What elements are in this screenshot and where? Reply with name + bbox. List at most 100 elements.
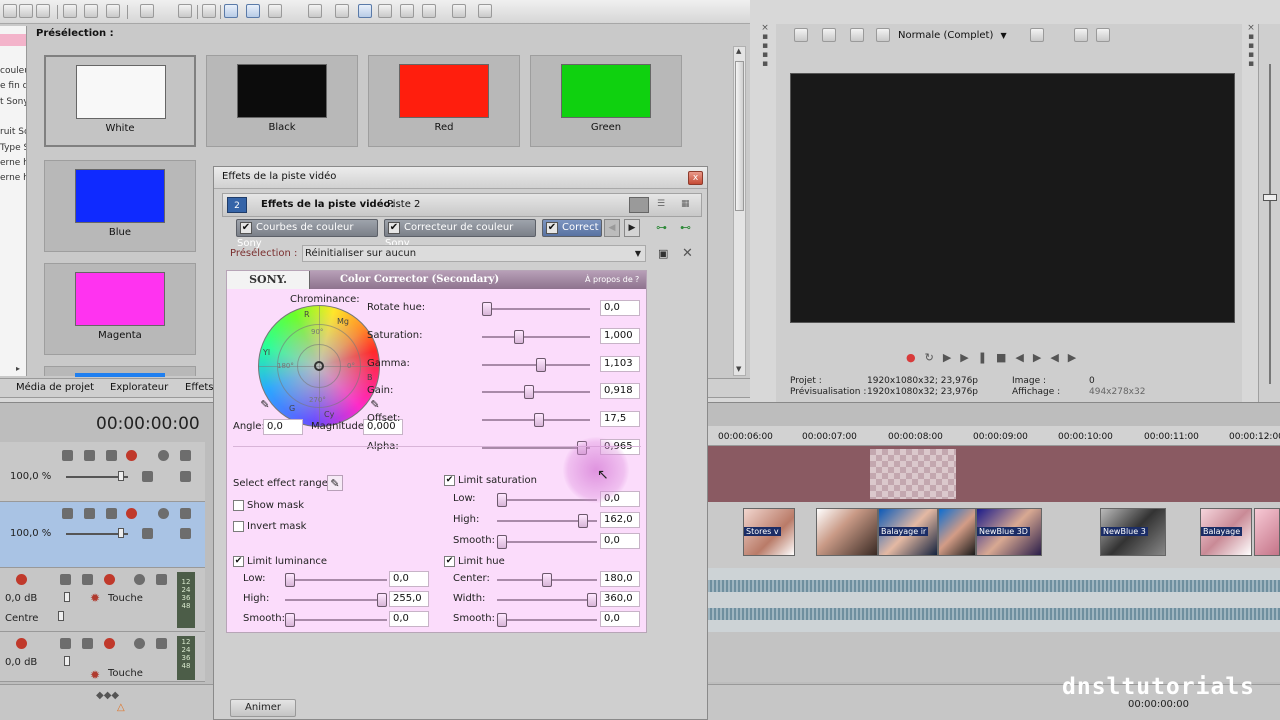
chrominance-wheel[interactable]: R Mg B Cy G Yl 90° 180° 0° 270° (258, 305, 380, 427)
param-4-slider-thumb[interactable] (533, 413, 544, 427)
about-link[interactable]: À propos de (585, 275, 633, 284)
show-mask-checkbox[interactable] (233, 500, 244, 511)
mute-icon[interactable] (134, 574, 145, 585)
track-fx-icon[interactable] (82, 638, 93, 649)
param-3-slider-thumb[interactable] (524, 385, 535, 399)
close-icon[interactable]: x (688, 171, 703, 185)
undo-icon[interactable] (140, 4, 154, 18)
preset-list-item[interactable]: couleu (0, 66, 26, 76)
fx-icon[interactable] (850, 28, 864, 42)
saturation-1-value-field[interactable]: 162,0 (600, 512, 640, 528)
saturation-1-slider-thumb[interactable] (578, 514, 588, 528)
param-2-value-field[interactable]: 1,103 (600, 356, 640, 372)
zoom-handle-icon[interactable]: ◆◆◆ (96, 690, 119, 701)
limit-hue-checkbox[interactable]: ✔ (444, 556, 455, 567)
ripple-icon[interactable] (452, 4, 466, 18)
clip-thumb[interactable] (1254, 508, 1280, 556)
gear-icon[interactable] (126, 508, 137, 519)
select-icon[interactable] (246, 4, 260, 18)
tab-color-corrector-secondary[interactable]: ✔ Correct (542, 219, 602, 237)
saturation-2-value-field[interactable]: 0,0 (600, 533, 640, 549)
param-1-value-field[interactable]: 1,000 (600, 328, 640, 344)
preset-list-item[interactable]: erne h (0, 173, 26, 183)
hue-2-value-field[interactable]: 0,0 (600, 611, 640, 627)
remove-plugin-icon[interactable]: ⊷ (680, 221, 691, 234)
copy-icon[interactable] (84, 4, 98, 18)
limit-saturation-checkbox[interactable]: ✔ (444, 475, 455, 486)
quality-select[interactable]: Normale (Complet) ▼ (898, 28, 1023, 44)
dock-grip[interactable]: × ▪ ▪ ▪ ▪ (1244, 24, 1258, 80)
record-arm-icon[interactable] (16, 574, 27, 585)
hue-2-slider-thumb[interactable] (497, 613, 507, 627)
gear-icon[interactable] (126, 450, 137, 461)
audio1-vol-thumb[interactable] (64, 592, 70, 602)
track-header-audio-2[interactable]: 0,0 dB ✹ Touche 12 24 36 48 (0, 632, 205, 682)
render-icon[interactable] (202, 4, 216, 18)
paste-icon[interactable] (106, 4, 120, 18)
save-icon[interactable] (36, 4, 50, 18)
hue-0-value-field[interactable]: 180,0 (600, 571, 640, 587)
preset-red[interactable]: Red (368, 55, 520, 147)
pause-icon[interactable]: ❚ (978, 351, 996, 364)
preset-list-left[interactable]: couleu e fin d t Sony ruit Sc Type S ern… (0, 26, 27, 376)
open-icon[interactable] (19, 4, 33, 18)
zoom-icon[interactable] (358, 4, 372, 18)
limit-luminance-checkbox[interactable]: ✔ (233, 556, 244, 567)
cursor-icon[interactable] (400, 4, 414, 18)
magnify-icon[interactable] (422, 4, 436, 18)
fx-enabled-check[interactable]: ✔ (240, 222, 252, 234)
track-header-video-2[interactable]: 100,0 % (0, 502, 205, 568)
normal-edit-icon[interactable] (224, 4, 238, 18)
composite-icon[interactable] (106, 450, 117, 461)
hue-1-slider-thumb[interactable] (587, 593, 597, 607)
track-header-audio-1[interactable]: 0,0 dB ✹ Touche Centre 12 24 36 48 (0, 568, 205, 632)
gear-icon[interactable]: ✹ (90, 591, 100, 605)
phase-icon[interactable] (60, 638, 71, 649)
redo-icon[interactable] (178, 4, 192, 18)
tab-sony-color-curves[interactable]: ✔ Courbes de couleur Sony (236, 219, 378, 249)
record-icon[interactable]: ● (906, 351, 925, 364)
gear-icon[interactable] (104, 638, 115, 649)
new-icon[interactable] (3, 4, 17, 18)
animate-button[interactable]: Animer (230, 699, 296, 717)
tab-sony-color-corrector[interactable]: ✔ Correcteur de couleur Sony (384, 219, 536, 249)
composite-icon[interactable] (106, 508, 117, 519)
solo-icon[interactable] (180, 508, 191, 519)
clip-thumb[interactable]: NewBlue 3D (976, 508, 1042, 556)
envelope-icon[interactable] (268, 4, 282, 18)
track-expand-icon[interactable] (180, 471, 191, 482)
stop-icon[interactable]: ■ (996, 351, 1015, 364)
clip-thumb[interactable]: Balayage ir (878, 508, 938, 556)
split-screen-icon[interactable] (876, 28, 890, 42)
eyedropper-icon[interactable]: ✎ (367, 397, 383, 413)
loop-icon[interactable]: ↻ (925, 351, 943, 364)
audio2-mode[interactable]: Touche (108, 668, 143, 679)
video1-level-thumb[interactable] (118, 471, 124, 481)
save-preset-icon[interactable]: ▣ (658, 247, 668, 260)
record-arm-icon[interactable] (16, 638, 27, 649)
clip-thumb[interactable]: NewBlue 3 (1100, 508, 1166, 556)
track-fx-icon[interactable] (84, 450, 95, 461)
param-3-value-field[interactable]: 0,918 (600, 383, 640, 399)
chain-prev-icon[interactable]: ◀ (604, 219, 620, 237)
properties-icon[interactable] (335, 4, 349, 18)
play-icon[interactable]: ▶ (960, 351, 977, 364)
transparent-clip[interactable] (870, 449, 956, 499)
param-0-value-field[interactable]: 0,0 (600, 300, 640, 316)
trim-icon[interactable] (378, 4, 392, 18)
preset-list-item[interactable]: Type S (0, 143, 26, 153)
preset-white[interactable]: White (44, 55, 196, 147)
video2-level-thumb[interactable] (118, 528, 124, 538)
clip-thumb[interactable]: Stores v (743, 508, 795, 556)
dialog-titlebar[interactable]: Effets de la piste vidéo x (214, 167, 707, 189)
wheel-handle[interactable] (314, 361, 324, 371)
gear-icon[interactable]: ✹ (90, 668, 100, 682)
clip-thumb[interactable]: Balayage (1200, 508, 1252, 556)
plugin-chain-icon[interactable]: ⊶ (656, 221, 667, 234)
go-start-icon[interactable]: ◀ (1015, 351, 1032, 364)
delete-preset-icon[interactable]: ✕ (682, 246, 693, 261)
fx-enabled-check[interactable]: ✔ (388, 222, 400, 234)
audio-track-1-lane[interactable] (706, 568, 1280, 632)
prev-frame-icon[interactable]: ◀ (1050, 351, 1067, 364)
presets-scrollbar[interactable]: ▲ ▼ (733, 46, 746, 376)
